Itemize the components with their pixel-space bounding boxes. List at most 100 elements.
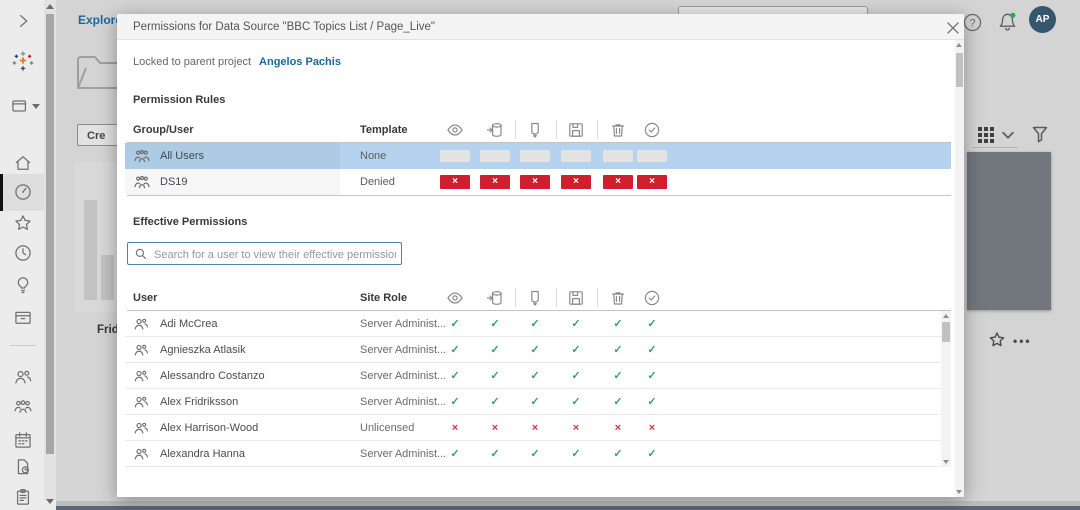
denied-mark: ×: [532, 415, 538, 441]
template-value[interactable]: None: [360, 143, 386, 169]
users-icon[interactable]: [13, 367, 33, 387]
allowed-mark: ✓: [647, 363, 656, 389]
sidebar-divider: [10, 345, 36, 346]
capability-cell[interactable]: ×: [480, 175, 510, 189]
grid-view-icon[interactable]: [977, 126, 995, 144]
site-switcher-icon[interactable]: [10, 96, 30, 116]
capability-cell[interactable]: [561, 150, 591, 162]
collections-box-icon[interactable]: [13, 307, 33, 327]
user-row[interactable]: Alex FridrikssonServer Administ...✓✓✓✓✓✓: [125, 389, 941, 415]
explore-compass-icon[interactable]: [13, 182, 33, 202]
user-row[interactable]: Alessandro CostanzoServer Administ...✓✓✓…: [125, 363, 941, 389]
recommendations-bulb-icon[interactable]: [13, 275, 33, 295]
notifications-bell-icon[interactable]: [997, 11, 1018, 33]
denied-mark: ×: [492, 415, 498, 441]
capability-cell[interactable]: ×: [637, 175, 667, 189]
capability-group-divider: [556, 288, 557, 307]
allowed-mark: ✓: [530, 337, 539, 363]
user-row[interactable]: Adi McCreaServer Administ...✓✓✓✓✓✓: [125, 311, 941, 337]
user-name: Alex Fridriksson: [160, 389, 238, 415]
capability-cell[interactable]: ×: [603, 175, 633, 189]
site-status-icon[interactable]: [13, 487, 33, 507]
schedules-calendar-icon[interactable]: [13, 430, 33, 450]
allowed-mark: ✓: [647, 441, 656, 467]
delete-icon: [609, 121, 627, 139]
home-icon[interactable]: [13, 153, 33, 173]
rules-row[interactable]: All UsersNone: [125, 143, 951, 169]
user-row[interactable]: Agnieszka AtlasikServer Administ...✓✓✓✓✓…: [125, 337, 941, 363]
capability-group-divider: [597, 120, 598, 139]
allowed-mark: ✓: [571, 389, 580, 415]
site-switcher-caret-icon[interactable]: [32, 104, 40, 109]
connect-icon: [486, 289, 504, 307]
allowed-mark: ✓: [613, 363, 622, 389]
dialog-scrollbar-thumb[interactable]: [956, 53, 963, 87]
download-icon: [526, 289, 544, 307]
capability-cell[interactable]: [637, 150, 667, 162]
capability-cell[interactable]: ×: [561, 175, 591, 189]
capability-cell[interactable]: [520, 150, 550, 162]
capability-group-divider: [597, 288, 598, 307]
favorite-star-icon[interactable]: [988, 331, 1006, 349]
more-options-icon[interactable]: •••: [1013, 334, 1032, 348]
favorites-star-icon[interactable]: [13, 213, 33, 233]
site-role: Server Administ...: [360, 337, 446, 363]
filter-funnel-icon[interactable]: [1031, 125, 1049, 144]
user-name: Alessandro Costanzo: [160, 363, 265, 389]
permissions-dialog: Permissions for Data Source "BBC Topics …: [117, 14, 964, 497]
view-options-caret-icon[interactable]: [1002, 131, 1014, 140]
effective-permissions-heading: Effective Permissions: [133, 216, 247, 228]
user-icon: [133, 368, 149, 384]
group-user-cell-tint: [125, 169, 340, 195]
dialog-scrollbar[interactable]: [955, 40, 964, 497]
allowed-mark: ✓: [490, 389, 499, 415]
capability-cell[interactable]: [440, 150, 470, 162]
effective-permissions-search[interactable]: [127, 242, 402, 265]
help-icon[interactable]: ?: [963, 13, 982, 32]
users-table-scrollbar[interactable]: [941, 311, 951, 467]
allowed-mark: ✓: [530, 311, 539, 337]
view-icon: [446, 121, 464, 139]
site-role: Server Administ...: [360, 389, 446, 415]
user-row[interactable]: Alexandra HannaServer Administ...✓✓✓✓✓✓: [125, 441, 941, 467]
site-role: Server Administ...: [360, 363, 446, 389]
group-user-cell-tint: [125, 143, 340, 169]
capability-cell[interactable]: ×: [520, 175, 550, 189]
allowed-mark: ✓: [490, 311, 499, 337]
datasource-thumbnail[interactable]: [967, 152, 1051, 310]
rules-row[interactable]: DS19Denied××××××: [125, 169, 951, 195]
download-icon: [526, 121, 544, 139]
save-icon: [567, 121, 585, 139]
allowed-mark: ✓: [450, 389, 459, 415]
allowed-mark: ✓: [613, 389, 622, 415]
view-icon: [446, 289, 464, 307]
users-capability-header: [117, 286, 964, 310]
site-role: Server Administ...: [360, 441, 446, 467]
template-value[interactable]: Denied: [360, 169, 395, 195]
allowed-mark: ✓: [613, 441, 622, 467]
permission-rules-heading: Permission Rules: [133, 94, 225, 106]
capability-cell[interactable]: [603, 150, 633, 162]
user-icon: [133, 446, 149, 462]
thumbnail-bar: [101, 255, 114, 300]
user-row[interactable]: Alex Harrison-WoodUnlicensed××××××: [125, 415, 941, 441]
jobs-icon[interactable]: [13, 457, 33, 477]
close-icon[interactable]: [945, 20, 961, 36]
sidebar-scrollbar-thumb[interactable]: [46, 14, 54, 454]
sidebar-scroll-down-icon[interactable]: [46, 499, 54, 504]
users-table-scrollbar-thumb[interactable]: [942, 322, 950, 342]
capability-cell[interactable]: ×: [440, 175, 470, 189]
recents-clock-icon[interactable]: [13, 243, 33, 263]
rules-table-bottom-border: [127, 195, 951, 196]
avatar[interactable]: AP: [1029, 6, 1056, 33]
allowed-mark: ✓: [647, 389, 656, 415]
svg-text:?: ?: [969, 17, 975, 29]
search-input[interactable]: [152, 245, 398, 264]
allowed-mark: ✓: [450, 311, 459, 337]
parent-project-link[interactable]: Angelos Pachis: [259, 56, 341, 68]
expand-chevron-icon[interactable]: [13, 11, 33, 31]
save-icon: [567, 289, 585, 307]
capability-cell[interactable]: [480, 150, 510, 162]
search-icon: [135, 248, 147, 260]
groups-icon[interactable]: [13, 397, 33, 417]
